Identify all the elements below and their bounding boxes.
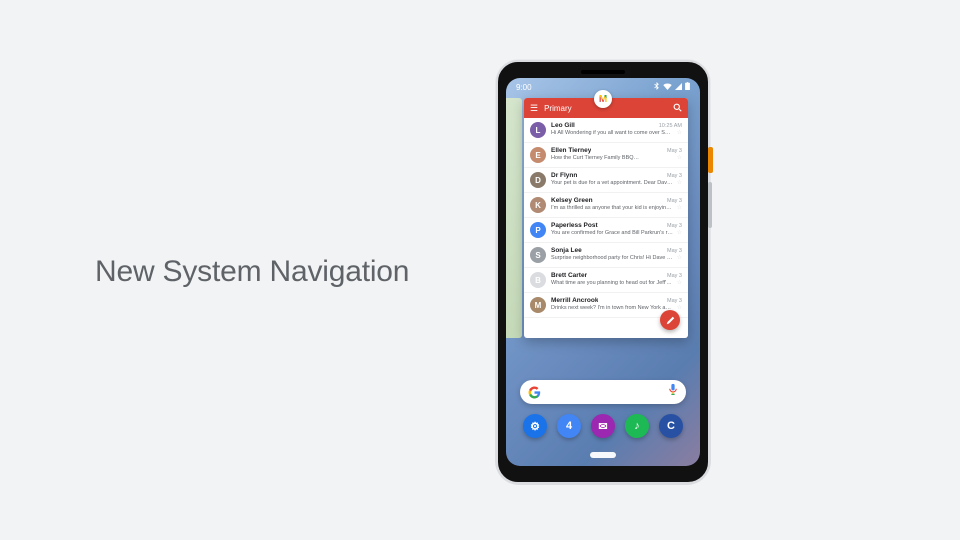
star-icon[interactable]: ☆ [677, 154, 682, 161]
gmail-m-icon: M [599, 94, 607, 105]
avatar: L [530, 122, 546, 138]
avatar: M [530, 297, 546, 313]
email-row[interactable]: SSonja LeeMay 3Surprise neighborhood par… [524, 243, 688, 268]
email-snippet: Your pet is due for a vet appointment. D… [551, 180, 674, 186]
google-search-bar[interactable] [520, 380, 686, 404]
email-sender: Dr Flynn [551, 172, 577, 179]
dock-spotify[interactable]: ♪ [625, 414, 649, 438]
email-snippet: Drinks next week? I'm in town from New Y… [551, 305, 674, 311]
phone-speaker [581, 70, 625, 74]
email-sender: Merrill Ancrook [551, 297, 598, 304]
avatar: B [530, 272, 546, 288]
star-icon[interactable]: ☆ [677, 304, 682, 311]
menu-icon[interactable]: ☰ [530, 104, 538, 113]
app-dock: ⚙ 4 ✉ ♪ C [506, 414, 700, 438]
pencil-icon [666, 316, 675, 325]
email-row[interactable]: PPaperless PostMay 3You are confirmed fo… [524, 218, 688, 243]
dock-settings[interactable]: ⚙ [523, 414, 547, 438]
dock-messages[interactable]: ✉ [591, 414, 615, 438]
email-snippet: How the Curt Tierney Family BBQ… [551, 155, 639, 161]
volume-button [708, 182, 712, 228]
star-icon[interactable]: ☆ [677, 204, 682, 211]
home-handle[interactable] [590, 452, 616, 458]
avatar: S [530, 247, 546, 263]
power-button [708, 147, 713, 173]
phone-frame: 9:00 M ☰ Primary LLeo Gill10:25 AMHi All… [496, 60, 710, 484]
wifi-icon [663, 83, 672, 92]
email-snippet: Surprise neighborhood party for Chris! H… [551, 255, 674, 261]
status-time: 9:00 [516, 83, 532, 92]
email-sender: Ellen Tierney [551, 147, 591, 154]
recents-card-behind [506, 98, 522, 338]
email-row[interactable]: LLeo Gill10:25 AMHi All Wondering if you… [524, 118, 688, 143]
star-icon[interactable]: ☆ [677, 229, 682, 236]
email-snippet: Hi All Wondering if you all want to come… [551, 130, 670, 136]
status-icons [653, 82, 690, 92]
recents-gmail-card[interactable]: ☰ Primary LLeo Gill10:25 AMHi All Wonder… [524, 98, 688, 338]
email-list[interactable]: LLeo Gill10:25 AMHi All Wondering if you… [524, 118, 688, 338]
compose-fab[interactable] [660, 310, 680, 330]
email-snippet: What time are you planning to head out f… [551, 280, 672, 286]
dock-calendar[interactable]: 4 [557, 414, 581, 438]
dock-canva[interactable]: C [659, 414, 683, 438]
email-sender: Leo Gill [551, 122, 575, 129]
avatar: P [530, 222, 546, 238]
avatar: E [530, 147, 546, 163]
email-row[interactable]: KKelsey GreenMay 3I'm as thrilled as any… [524, 193, 688, 218]
battery-icon [685, 82, 690, 92]
star-icon[interactable]: ☆ [677, 129, 682, 136]
page-title: New System Navigation [95, 255, 409, 289]
email-sender: Kelsey Green [551, 197, 593, 204]
email-row[interactable]: BBrett CarterMay 3What time are you plan… [524, 268, 688, 293]
email-row[interactable]: DDr FlynnMay 3Your pet is due for a vet … [524, 168, 688, 193]
bluetooth-icon [653, 82, 660, 92]
avatar: D [530, 172, 546, 188]
gmail-app-icon[interactable]: M [594, 90, 612, 108]
email-sender: Brett Carter [551, 272, 587, 279]
cell-icon [675, 83, 682, 92]
email-row[interactable]: EEllen TierneyMay 3How the Curt Tierney … [524, 143, 688, 168]
star-icon[interactable]: ☆ [677, 279, 682, 286]
star-icon[interactable]: ☆ [677, 179, 682, 186]
email-sender: Paperless Post [551, 222, 598, 229]
star-icon[interactable]: ☆ [677, 254, 682, 261]
search-icon[interactable] [673, 103, 682, 114]
google-g-icon [528, 386, 541, 399]
email-snippet: I'm as thrilled as anyone that your kid … [551, 205, 672, 211]
email-snippet: You are confirmed for Grace and Bill Par… [551, 230, 674, 236]
email-sender: Sonja Lee [551, 247, 582, 254]
avatar: K [530, 197, 546, 213]
mic-icon[interactable] [668, 383, 678, 401]
phone-screen: 9:00 M ☰ Primary LLeo Gill10:25 AMHi All… [506, 78, 700, 466]
